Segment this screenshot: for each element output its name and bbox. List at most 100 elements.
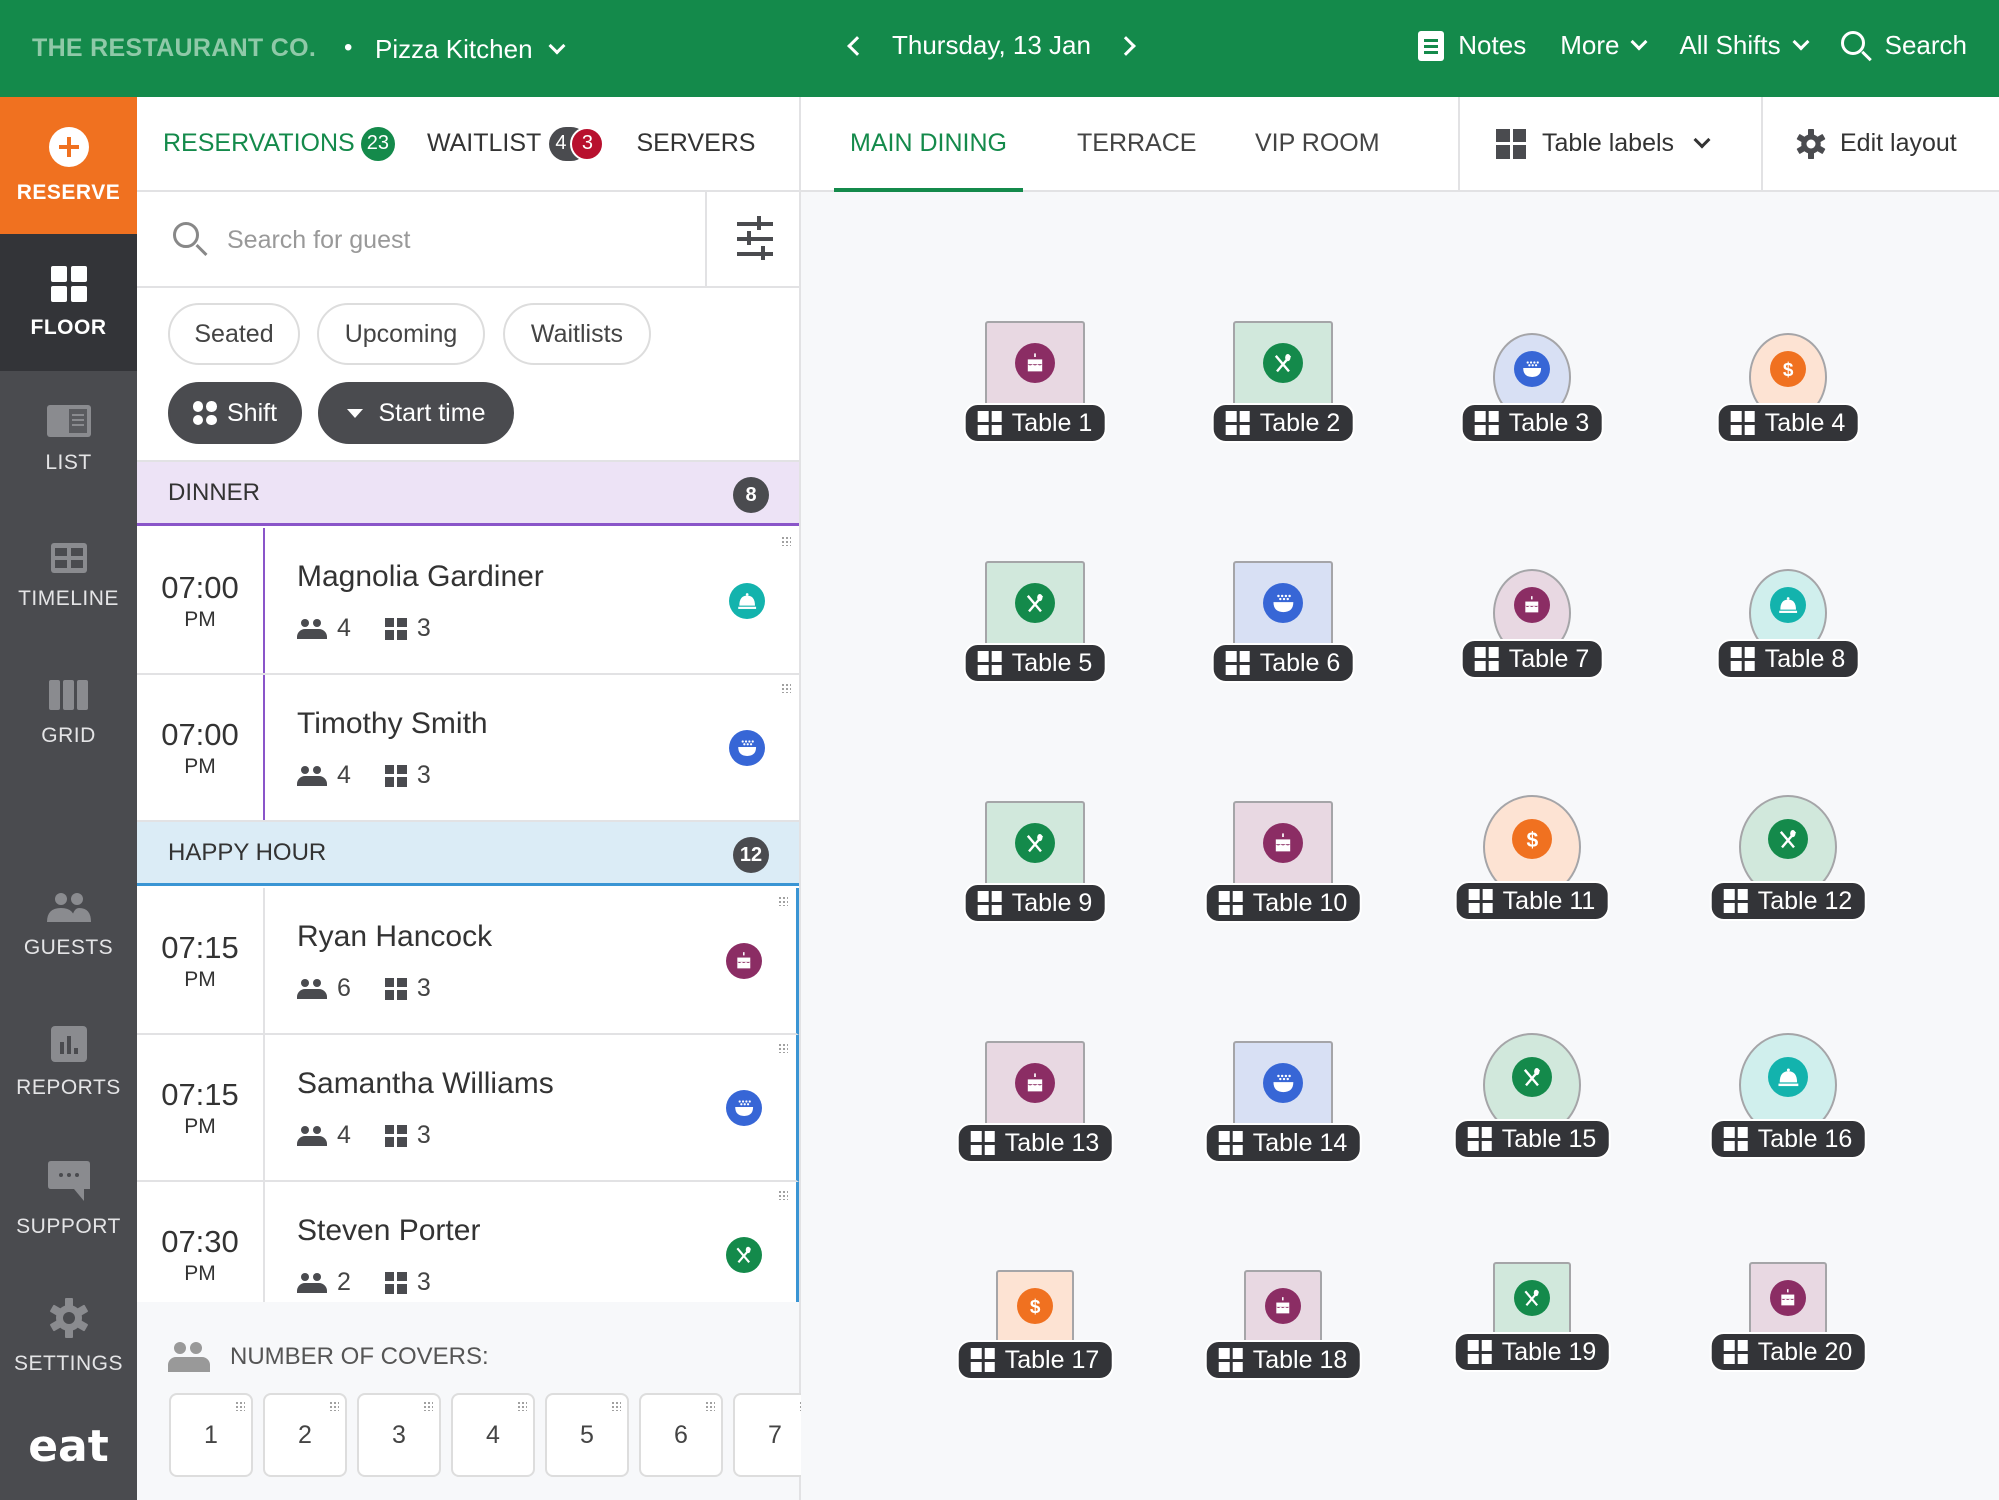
drag-handle-icon[interactable] — [781, 536, 791, 546]
table-grid-icon — [977, 891, 1002, 915]
chip-waitlists[interactable]: Waitlists — [503, 303, 651, 365]
bowl-icon — [1263, 1063, 1303, 1103]
sidebar-item-grid[interactable]: GRID — [0, 645, 137, 782]
search-button[interactable]: Search — [1840, 30, 1967, 61]
table-label: Table 17 — [956, 1340, 1114, 1380]
shift-section-header[interactable]: HAPPY HOUR 12 — [137, 822, 799, 886]
cover-option-button[interactable]: 6 — [639, 1393, 723, 1477]
tab-label: RESERVATIONS — [163, 129, 355, 157]
birthday-cake-icon — [1263, 823, 1303, 863]
edit-layout-label: Edit layout — [1840, 129, 1957, 157]
cover-option-button[interactable]: 7 — [733, 1393, 801, 1477]
cover-option-button[interactable]: 1 — [169, 1393, 253, 1477]
tab-terrace[interactable]: TERRACE — [1077, 97, 1196, 190]
current-date[interactable]: Thursday, 13 Jan — [892, 30, 1091, 61]
floor-grid-icon — [50, 265, 87, 302]
drag-handle-icon[interactable] — [781, 683, 791, 693]
chip-upcoming[interactable]: Upcoming — [317, 303, 485, 365]
time-period: PM — [184, 607, 216, 631]
edit-layout-button[interactable]: Edit layout — [1796, 97, 1957, 190]
guest-search-input[interactable] — [227, 212, 667, 268]
eat-logo: eat — [28, 1421, 109, 1472]
drag-handle-icon — [611, 1401, 621, 1411]
shifts-selector[interactable]: All Shifts — [1679, 30, 1810, 61]
sidebar-item-label: GUESTS — [23, 935, 114, 959]
reservation-row[interactable]: 07:00 PM Magnolia Gardiner 4 3 — [137, 528, 799, 675]
separator-dot: • — [344, 34, 353, 61]
table-name: Table 7 — [1508, 644, 1590, 673]
table-grid-icon — [1218, 1348, 1243, 1372]
table-grid-icon — [1218, 891, 1243, 915]
reports-icon — [50, 1025, 87, 1062]
drag-handle-icon[interactable] — [778, 1043, 788, 1053]
drag-handle-icon — [517, 1401, 527, 1411]
table-grid-icon — [1474, 647, 1499, 671]
sidebar-item-label: REPORTS — [16, 1075, 121, 1099]
covers-count: 6 — [337, 974, 351, 1002]
table-icon — [384, 764, 407, 787]
notes-label: Notes — [1458, 30, 1527, 60]
time-period: PM — [184, 754, 216, 778]
table-label: Table 13 — [956, 1123, 1114, 1163]
sidebar-item-support[interactable]: SUPPORT — [0, 1131, 137, 1268]
sidebar-item-reports[interactable]: REPORTS — [0, 994, 137, 1131]
sort-by-button[interactable]: Start time — [318, 382, 514, 444]
table-icon — [384, 1124, 407, 1147]
table-label: Table 14 — [1204, 1123, 1362, 1163]
drag-handle-icon — [329, 1401, 339, 1411]
reservations-count-badge: 23 — [360, 126, 395, 161]
tab-vip-room[interactable]: VIP ROOM — [1255, 97, 1380, 190]
cloche-icon — [1768, 1057, 1808, 1097]
dollar-icon: $ — [1770, 351, 1806, 387]
cover-option-button[interactable]: 2 — [263, 1393, 347, 1477]
notes-button[interactable]: Notes — [1418, 30, 1526, 61]
venue-selector[interactable]: Pizza Kitchen — [375, 34, 566, 65]
table-label: Table 15 — [1453, 1119, 1611, 1159]
reserve-button[interactable]: RESERVE — [0, 97, 137, 234]
time-value: 07:15 — [161, 1076, 239, 1112]
tab-main-dining[interactable]: MAIN DINING — [834, 97, 1023, 192]
status-indicator — [729, 583, 765, 619]
next-day-icon[interactable] — [1116, 35, 1136, 56]
reservation-row[interactable]: 07:15 PM Samantha Williams 4 3 — [137, 1035, 799, 1182]
cover-option-button[interactable]: 4 — [451, 1393, 535, 1477]
cutlery-icon — [1263, 343, 1303, 383]
table-name: Table 4 — [1764, 408, 1846, 437]
sidebar-item-settings[interactable]: SETTINGS — [0, 1268, 137, 1405]
filter-settings-button[interactable] — [705, 192, 801, 286]
plus-circle-icon — [48, 126, 89, 167]
previous-day-icon[interactable] — [847, 35, 867, 56]
caret-down-icon — [346, 408, 363, 418]
tab-waitlist[interactable]: WAITLIST 4 3 — [427, 126, 605, 161]
cover-option-button[interactable]: 5 — [545, 1393, 629, 1477]
table-labels-dropdown[interactable]: Table labels — [1496, 97, 1711, 190]
tab-reservations[interactable]: RESERVATIONS 23 — [163, 126, 395, 161]
sidebar-item-floor[interactable]: FLOOR — [0, 234, 137, 371]
drag-handle-icon[interactable] — [778, 896, 788, 906]
reservation-row[interactable]: 07:15 PM Ryan Hancock 6 3 — [137, 888, 799, 1035]
sidebar-item-list[interactable]: LIST — [0, 371, 137, 508]
reservation-row[interactable]: 07:00 PM Timothy Smith 4 3 — [137, 675, 799, 822]
shift-section-header[interactable]: DINNER 8 — [137, 462, 799, 526]
table-label: Table 12 — [1709, 881, 1867, 921]
birthday-cake-icon — [1015, 1063, 1055, 1103]
top-right-nav: Notes More All Shifts Search — [1418, 30, 1967, 61]
sidebar-item-timeline[interactable]: TIMELINE — [0, 508, 137, 645]
table-name: Table 14 — [1252, 1128, 1348, 1157]
venue-name: Pizza Kitchen — [375, 34, 533, 64]
chip-seated[interactable]: Seated — [168, 303, 300, 365]
guest-name: Samantha Williams — [297, 1067, 554, 1100]
gear-icon — [1796, 128, 1826, 159]
tab-servers[interactable]: SERVERS — [636, 129, 755, 158]
covers-icon — [297, 978, 327, 999]
sidebar-item-guests[interactable]: GUESTS — [0, 857, 137, 994]
drag-handle-icon — [235, 1401, 245, 1411]
birthday-cake-icon — [1514, 587, 1550, 623]
cover-option-button[interactable]: 3 — [357, 1393, 441, 1477]
table-label: Table 9 — [963, 883, 1107, 923]
more-menu[interactable]: More — [1560, 30, 1648, 61]
group-by-shift-button[interactable]: Shift — [168, 382, 302, 444]
status-indicator — [726, 1237, 762, 1273]
table-label: Table 19 — [1453, 1332, 1611, 1372]
drag-handle-icon[interactable] — [778, 1190, 788, 1200]
